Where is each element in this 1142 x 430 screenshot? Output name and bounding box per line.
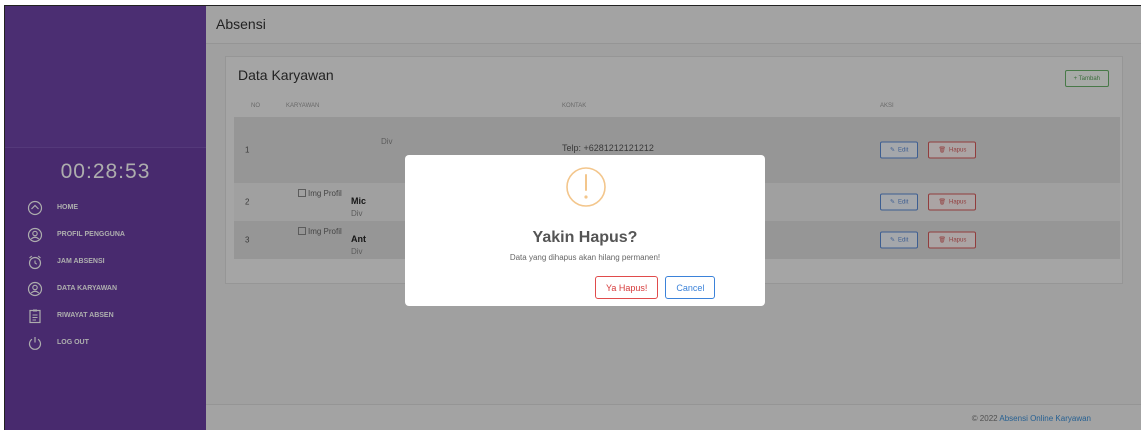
dialog-title: Yakin Hapus? (532, 229, 638, 246)
confirm-delete-dialog: Yakin Hapus? Data yang dihapus akan hila… (405, 155, 765, 306)
warning-icon (555, 165, 617, 209)
dialog-message: Data yang dihapus akan hilang permanen! (509, 253, 661, 262)
cancel-button[interactable]: Cancel (665, 276, 716, 299)
dialog-actions: Ya Hapus! Cancel (595, 276, 716, 299)
confirm-delete-button[interactable]: Ya Hapus! (595, 276, 659, 299)
app-window: 00:28:53 HOME PROFIL PENGGUNA JAM ABSENS… (4, 5, 1141, 430)
